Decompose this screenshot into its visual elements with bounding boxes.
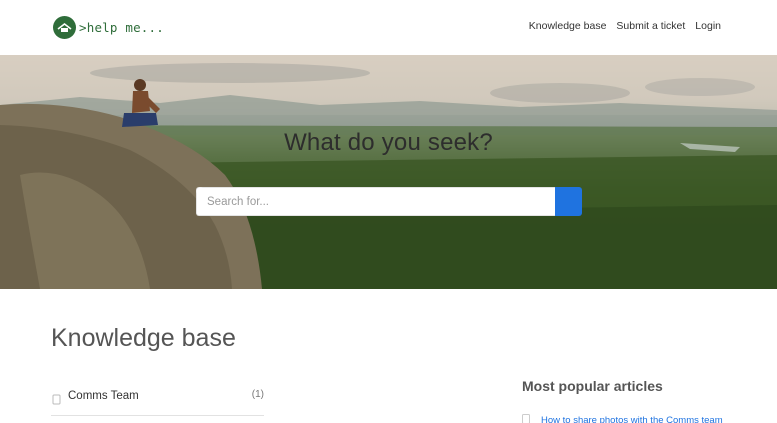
- top-nav: Knowledge base Submit a ticket Login: [529, 20, 721, 32]
- logo[interactable]: >help me...: [53, 16, 164, 39]
- article-icon: [522, 411, 530, 423]
- category-icon: [52, 392, 61, 410]
- logo-badge-icon: [53, 16, 76, 39]
- nav-knowledge-base-link[interactable]: Knowledge base: [529, 20, 607, 32]
- hero-background-image: [0, 55, 777, 289]
- category-label[interactable]: Comms Team: [68, 390, 139, 402]
- site-header: >help me... Knowledge base Submit a tick…: [0, 0, 777, 55]
- nav-submit-ticket-link[interactable]: Submit a ticket: [616, 20, 685, 32]
- popular-article-item: How to share photos with the Comms team: [522, 411, 723, 423]
- search-input[interactable]: [196, 187, 555, 216]
- search-button[interactable]: [196, 187, 582, 216]
- search-bar: [196, 187, 582, 216]
- hero-title: What do you seek?: [284, 129, 493, 156]
- category-count: (1): [251, 389, 264, 400]
- hero-banner: What do you seek?: [0, 55, 777, 289]
- knowledge-base-title: Knowledge base: [51, 324, 236, 352]
- category-row[interactable]: Comms Team (1): [51, 387, 264, 416]
- popular-articles-title: Most popular articles: [522, 378, 663, 394]
- nav-login-link[interactable]: Login: [695, 20, 721, 32]
- logo-text: >help me...: [79, 20, 164, 35]
- popular-article-link[interactable]: How to share photos with the Comms team: [541, 415, 723, 423]
